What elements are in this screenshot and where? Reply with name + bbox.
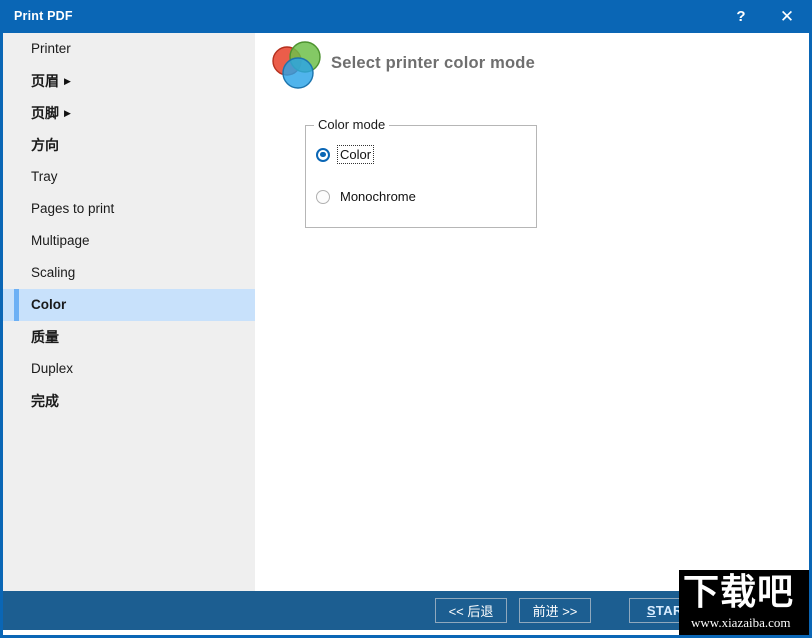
radio-option-color[interactable]: Color <box>316 146 373 163</box>
sidebar-item-label: Printer <box>31 41 71 56</box>
title-bar: Print PDF ? ✕ <box>0 0 812 33</box>
sidebar-item-color[interactable]: Color <box>3 289 255 321</box>
sidebar-item-label: Color <box>31 297 66 312</box>
page-title: Select printer color mode <box>331 54 535 73</box>
close-icon[interactable]: ✕ <box>764 0 810 33</box>
radio-label-color: Color <box>338 146 373 163</box>
print-pdf-dialog: Print PDF ? ✕ Printer 页眉 ▶ 页脚 ▶ 方向 Tray Pa… <box>0 0 812 638</box>
chevron-right-icon: ▶ <box>64 65 71 97</box>
sidebar-item-label: Pages to print <box>31 201 114 216</box>
sidebar-item-footer[interactable]: 页脚 ▶ <box>3 97 255 129</box>
sidebar-item-label: 方向 <box>31 137 59 153</box>
sidebar-navigation: Printer 页眉 ▶ 页脚 ▶ 方向 Tray Pages to print M… <box>3 33 255 591</box>
groupbox-legend: Color mode <box>314 117 389 132</box>
sidebar-item-label: Duplex <box>31 361 73 376</box>
main-panel: Select printer color mode Color mode Col… <box>255 33 809 591</box>
watermark-logo-text: 下载吧 <box>683 572 794 614</box>
page-header: Select printer color mode <box>255 33 809 103</box>
next-button[interactable]: 前进 >> <box>519 598 591 623</box>
back-button[interactable]: << 后退 <box>435 598 507 623</box>
radio-option-monochrome[interactable]: Monochrome <box>316 188 418 205</box>
window-title: Print PDF <box>14 9 73 23</box>
sidebar-item-multipage[interactable]: Multipage <box>3 225 255 257</box>
sidebar-item-label: 质量 <box>31 329 59 345</box>
sidebar-item-header[interactable]: 页眉 ▶ <box>3 65 255 97</box>
sidebar-item-printer[interactable]: Printer <box>3 33 255 65</box>
color-circles-icon <box>269 39 325 91</box>
sidebar-item-label: 页脚 <box>31 105 59 121</box>
help-icon[interactable]: ? <box>718 0 764 33</box>
radio-unselected-icon[interactable] <box>316 190 330 204</box>
sidebar-item-orientation[interactable]: 方向 <box>3 129 255 161</box>
sidebar-item-quality[interactable]: 质量 <box>3 321 255 353</box>
radio-label-monochrome: Monochrome <box>338 188 418 205</box>
sidebar-item-scaling[interactable]: Scaling <box>3 257 255 289</box>
start-button-mnemonic: S <box>647 603 656 618</box>
sidebar-item-tray[interactable]: Tray <box>3 161 255 193</box>
sidebar-item-label: 完成 <box>31 393 59 409</box>
chevron-right-icon: ▶ <box>64 97 71 129</box>
sidebar-item-finish[interactable]: 完成 <box>3 385 255 417</box>
sidebar-item-duplex[interactable]: Duplex <box>3 353 255 385</box>
watermark-url: www.xiazaiba.com <box>691 615 791 631</box>
sidebar-item-label: 页眉 <box>31 73 59 89</box>
sidebar-item-label: Multipage <box>31 233 90 248</box>
sidebar-item-label: Scaling <box>31 265 75 280</box>
sidebar-item-label: Tray <box>31 169 58 184</box>
watermark-overlay: 下载吧 www.xiazaiba.com <box>679 570 812 638</box>
radio-selected-icon[interactable] <box>316 148 330 162</box>
sidebar-item-pages-to-print[interactable]: Pages to print <box>3 193 255 225</box>
color-mode-groupbox: Color mode Color Monochrome <box>305 125 537 228</box>
